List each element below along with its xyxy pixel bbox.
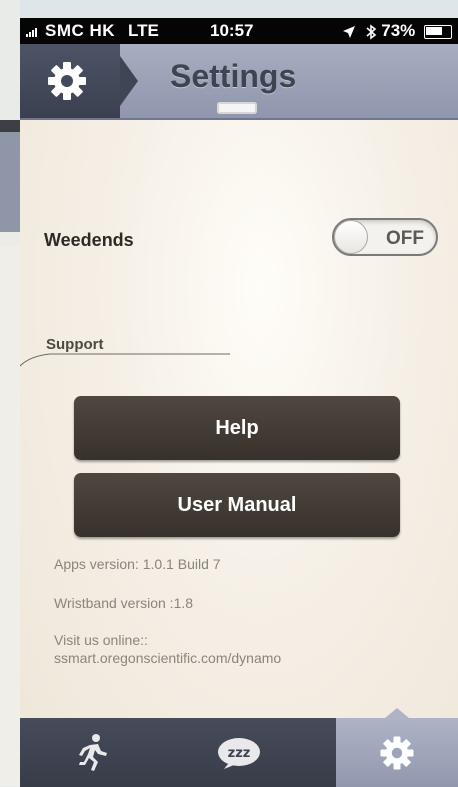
signal-icon: [26, 27, 37, 37]
page-title: Settings: [170, 58, 297, 94]
weekends-toggle[interactable]: OFF: [332, 218, 438, 256]
help-button[interactable]: Help: [74, 396, 400, 460]
user-manual-button[interactable]: User Manual: [74, 473, 400, 537]
weekends-label: Weedends: [44, 230, 134, 250]
support-divider: [20, 353, 230, 367]
carrier-group: SMC HK: [26, 18, 115, 44]
weekends-row: Weedends OFF: [20, 218, 458, 258]
battery-icon: [424, 24, 452, 39]
menu-button[interactable]: [20, 44, 138, 118]
wristband-version-text: Wristband version :1.8: [54, 595, 194, 611]
clock: 10:57: [210, 21, 254, 40]
sleep-zzz-icon: zzz: [218, 737, 260, 769]
apps-version-text: Apps version: 1.0.1 Build 7: [54, 556, 221, 572]
navigation-bar: Settings: [20, 44, 458, 120]
network-type: LTE: [128, 21, 159, 40]
svg-text:zzz: zzz: [228, 746, 251, 761]
tab-settings[interactable]: [336, 708, 458, 787]
tab-sleep[interactable]: zzz: [166, 718, 312, 787]
gear-icon: [380, 735, 414, 770]
previous-screen-divider: [0, 232, 20, 246]
website-url: ssmart.oregonscientific.com/dynamo: [54, 650, 282, 666]
gear-icon: [48, 62, 86, 100]
visit-us-label: Visit us online::: [54, 632, 148, 648]
runner-icon: [79, 733, 107, 771]
menu-arrow: [120, 56, 138, 106]
previous-screen-body: [0, 246, 20, 786]
settings-screen: SMC HK LTE 10:57 73% Settings Weedends O…: [20, 18, 458, 787]
tab-activity[interactable]: [20, 718, 166, 787]
previous-screen-peek: [0, 0, 20, 787]
website-info: Visit us online:: ssmart.oregonscientifi…: [54, 631, 281, 667]
toggle-knob: [334, 220, 368, 254]
tab-bar: zzz: [20, 708, 458, 787]
bluetooth-icon: [365, 23, 376, 40]
battery-percent: 73%: [381, 21, 416, 40]
toggle-state-label: OFF: [386, 228, 424, 249]
location-icon: [342, 25, 355, 38]
status-bar: SMC HK LTE 10:57 73%: [20, 18, 458, 44]
carrier-name: SMC HK: [45, 21, 116, 40]
active-tab-notch: [385, 708, 409, 718]
device-indicator: [217, 102, 257, 114]
previous-screen-header: [0, 132, 20, 232]
status-right-group: 73%: [342, 18, 452, 44]
previous-screen-statusbar: [0, 120, 20, 132]
